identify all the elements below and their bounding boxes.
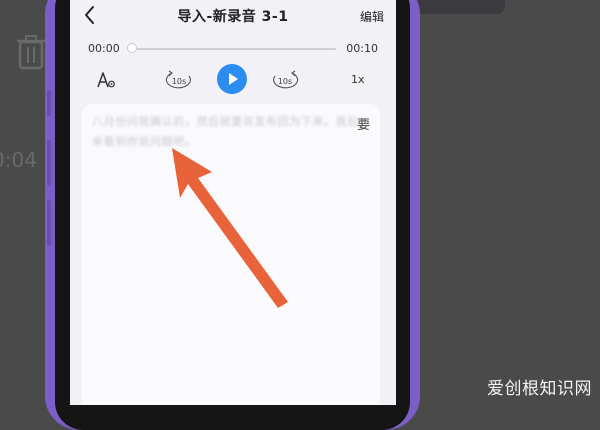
pointer-arrow-icon [172,148,288,308]
edit-button[interactable]: 编辑 [360,8,384,25]
progress-thumb[interactable] [127,43,137,53]
skip-back-button[interactable]: 10s [164,70,194,90]
current-time: 00:00 [88,42,120,55]
side-button [47,140,51,186]
trash-icon [17,35,45,70]
transcript-edge-char: 要 [357,118,371,133]
side-button [47,90,51,116]
font-size-icon[interactable] [96,70,116,90]
playback-speed-button[interactable]: 1x [351,73,365,86]
total-time: 00:10 [346,42,378,55]
rewind-icon: 10s [165,70,191,89]
side-button [47,200,51,246]
play-icon [229,73,238,85]
skip-forward-button[interactable]: 10s [270,70,300,90]
fast-forward-icon: 10s [273,70,299,89]
skip-back-label: 10s [172,77,186,86]
watermark: 爱创根知识网 [487,379,592,399]
play-button[interactable] [217,64,247,94]
app-header: 导入-新录音 3-1 编辑 [70,0,396,34]
page-title: 导入-新录音 3-1 [177,9,289,25]
background-time: 0:04 [0,148,37,172]
skip-forward-label: 10s [278,77,292,86]
progress-track[interactable] [132,48,336,50]
